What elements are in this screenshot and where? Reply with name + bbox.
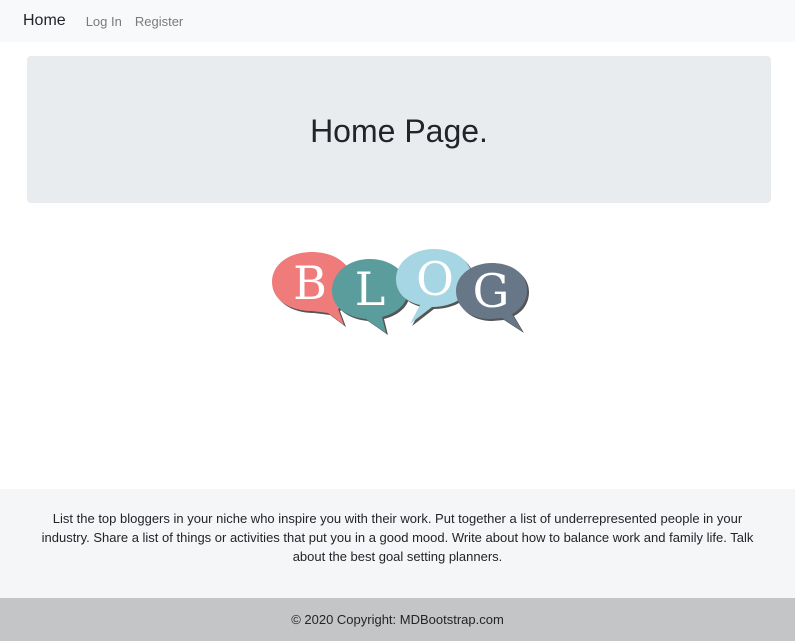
svg-text:G: G	[473, 264, 510, 318]
copyright-bar: © 2020 Copyright: MDBootstrap.com	[0, 598, 795, 641]
navbar: Home Log In Register	[0, 0, 795, 42]
nav-brand-home[interactable]: Home	[23, 12, 66, 30]
svg-text:O: O	[416, 252, 454, 306]
nav-link-login[interactable]: Log In	[86, 14, 122, 29]
footer-paragraph: List the top bloggers in your niche who …	[41, 511, 754, 564]
jumbotron: Home Page.	[27, 56, 771, 203]
svg-text:B: B	[293, 256, 327, 310]
svg-text:L: L	[355, 262, 386, 316]
logo-bubble-g: G	[456, 263, 529, 333]
blog-logo: B L O G	[270, 247, 530, 337]
copyright-text: © 2020 Copyright: MDBootstrap.com	[291, 612, 504, 627]
page-title: Home Page.	[310, 112, 488, 149]
nav-link-register[interactable]: Register	[135, 14, 183, 29]
blog-logo-image: B L O G	[272, 249, 529, 335]
footer-description: List the top bloggers in your niche who …	[0, 489, 795, 598]
